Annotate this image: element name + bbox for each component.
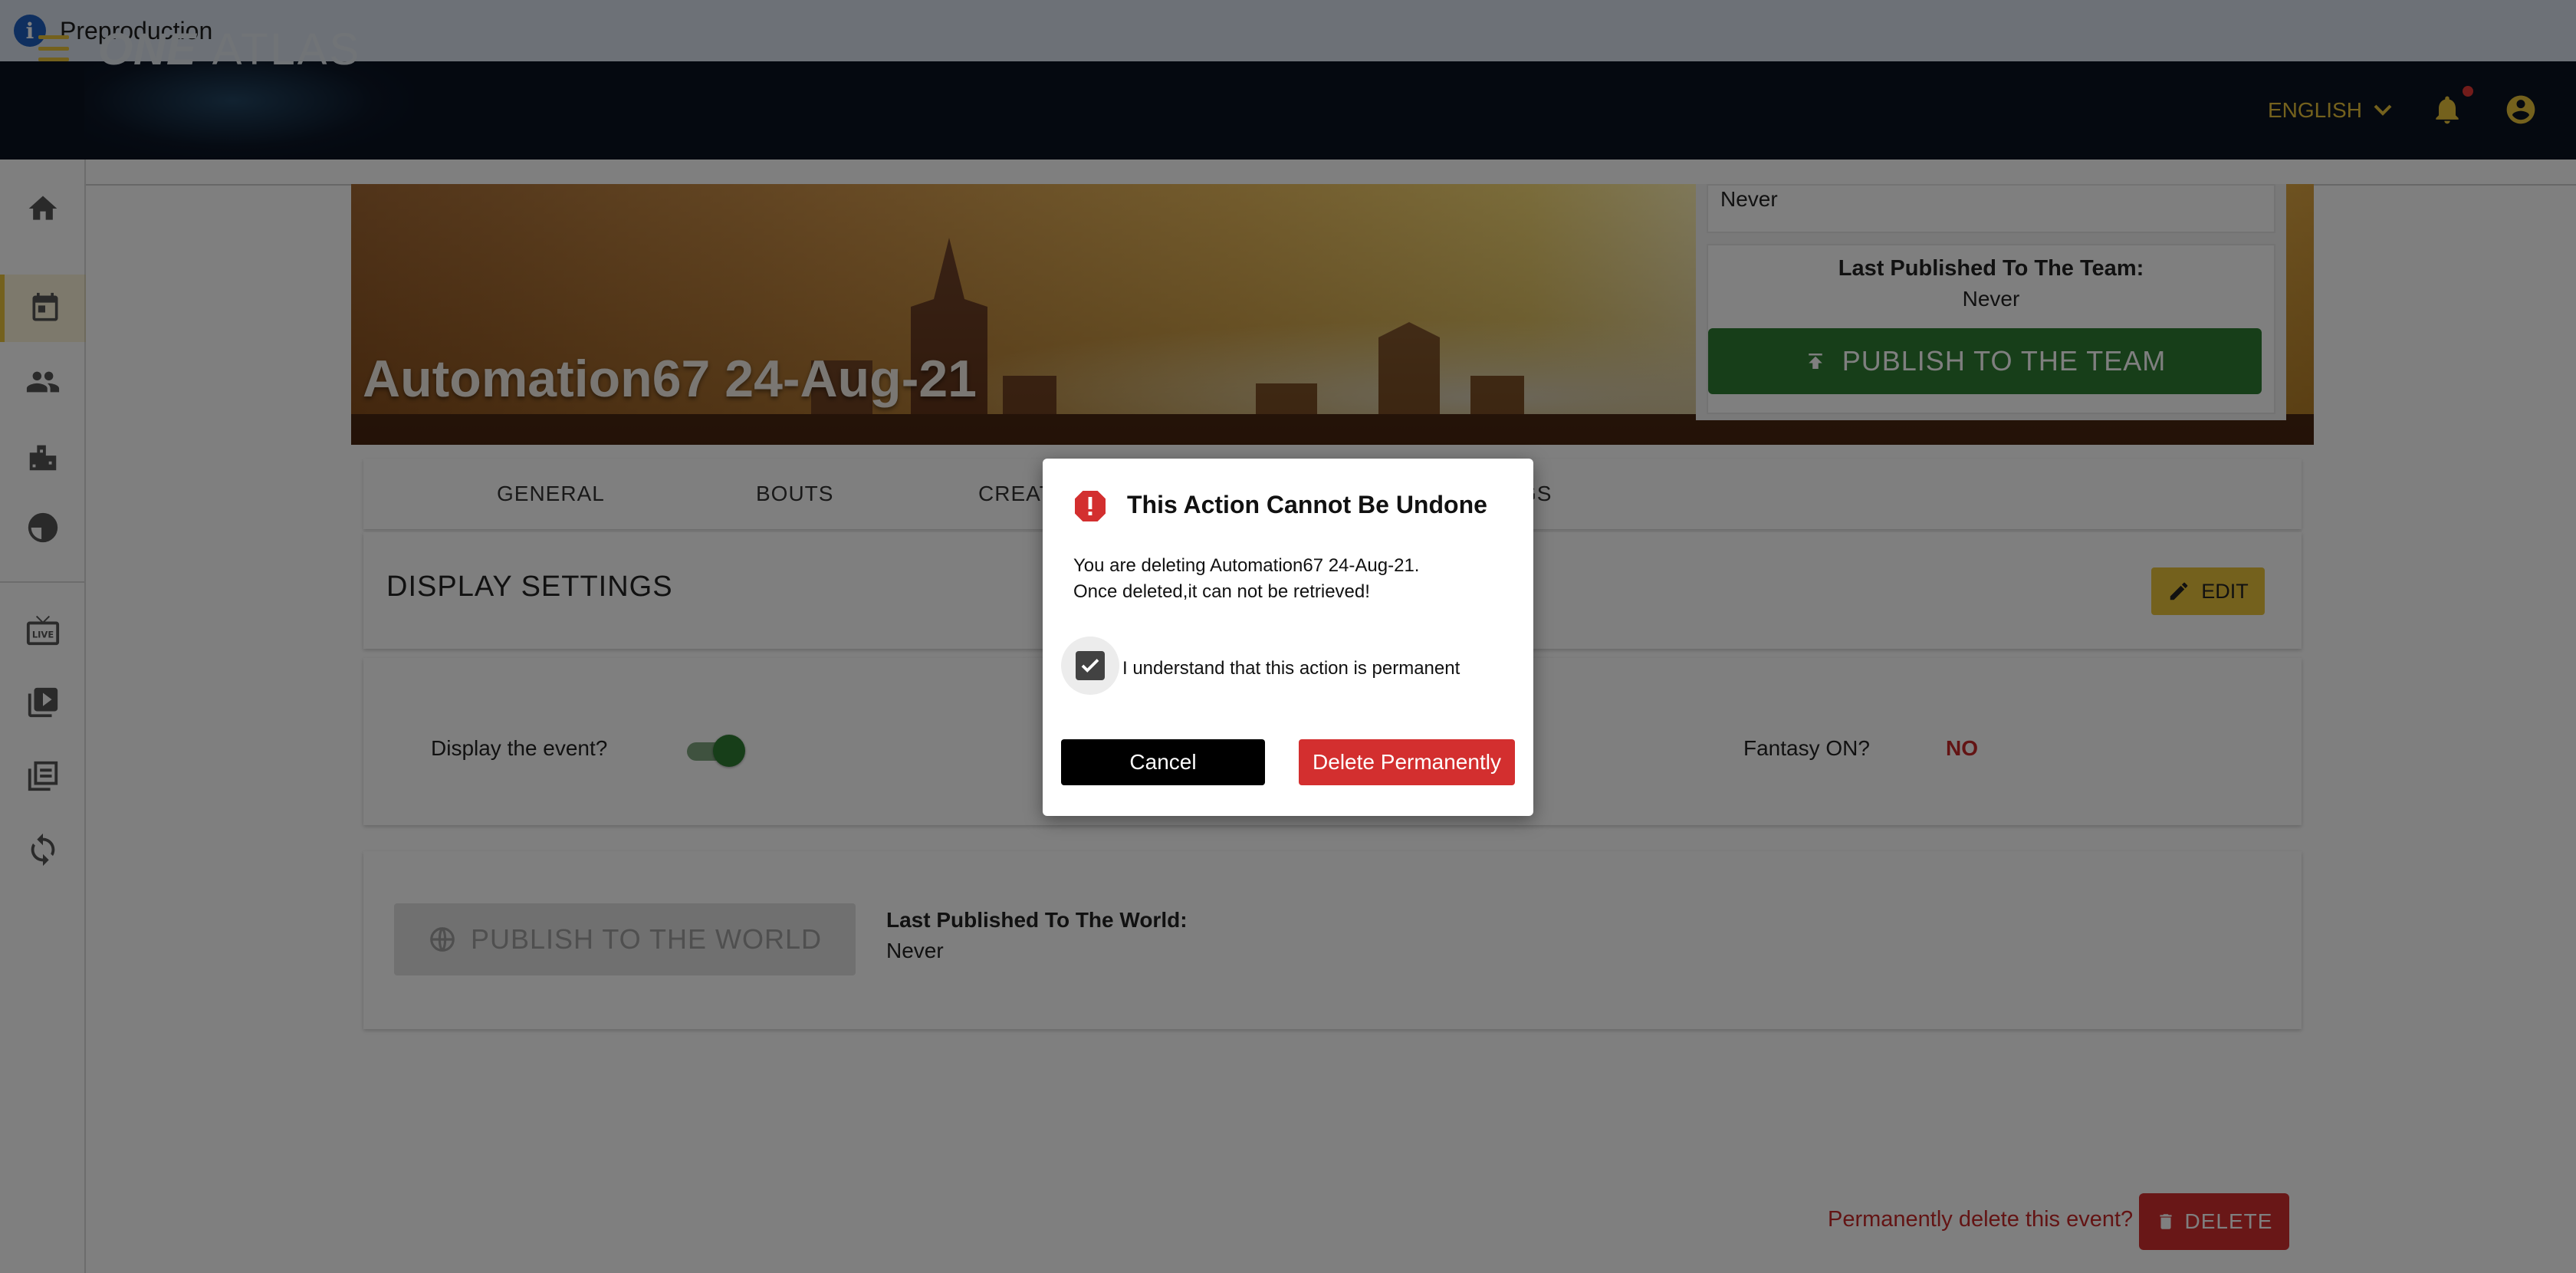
dialog-title: This Action Cannot Be Undone — [1127, 491, 1487, 518]
permanent-checkbox[interactable] — [1061, 636, 1119, 695]
dialog-message-line1: You are deleting Automation67 24-Aug-21. — [1073, 555, 1420, 576]
cancel-button[interactable]: Cancel — [1061, 739, 1265, 785]
check-icon — [1081, 659, 1099, 673]
checkbox-label: I understand that this action is permane… — [1122, 658, 1460, 679]
delete-permanently-button[interactable]: Delete Permanently — [1299, 739, 1515, 785]
error-icon — [1075, 491, 1106, 521]
dialog-message-line2: Once deleted,it can not be retrieved! — [1073, 581, 1370, 602]
checkbox-box — [1076, 651, 1105, 680]
